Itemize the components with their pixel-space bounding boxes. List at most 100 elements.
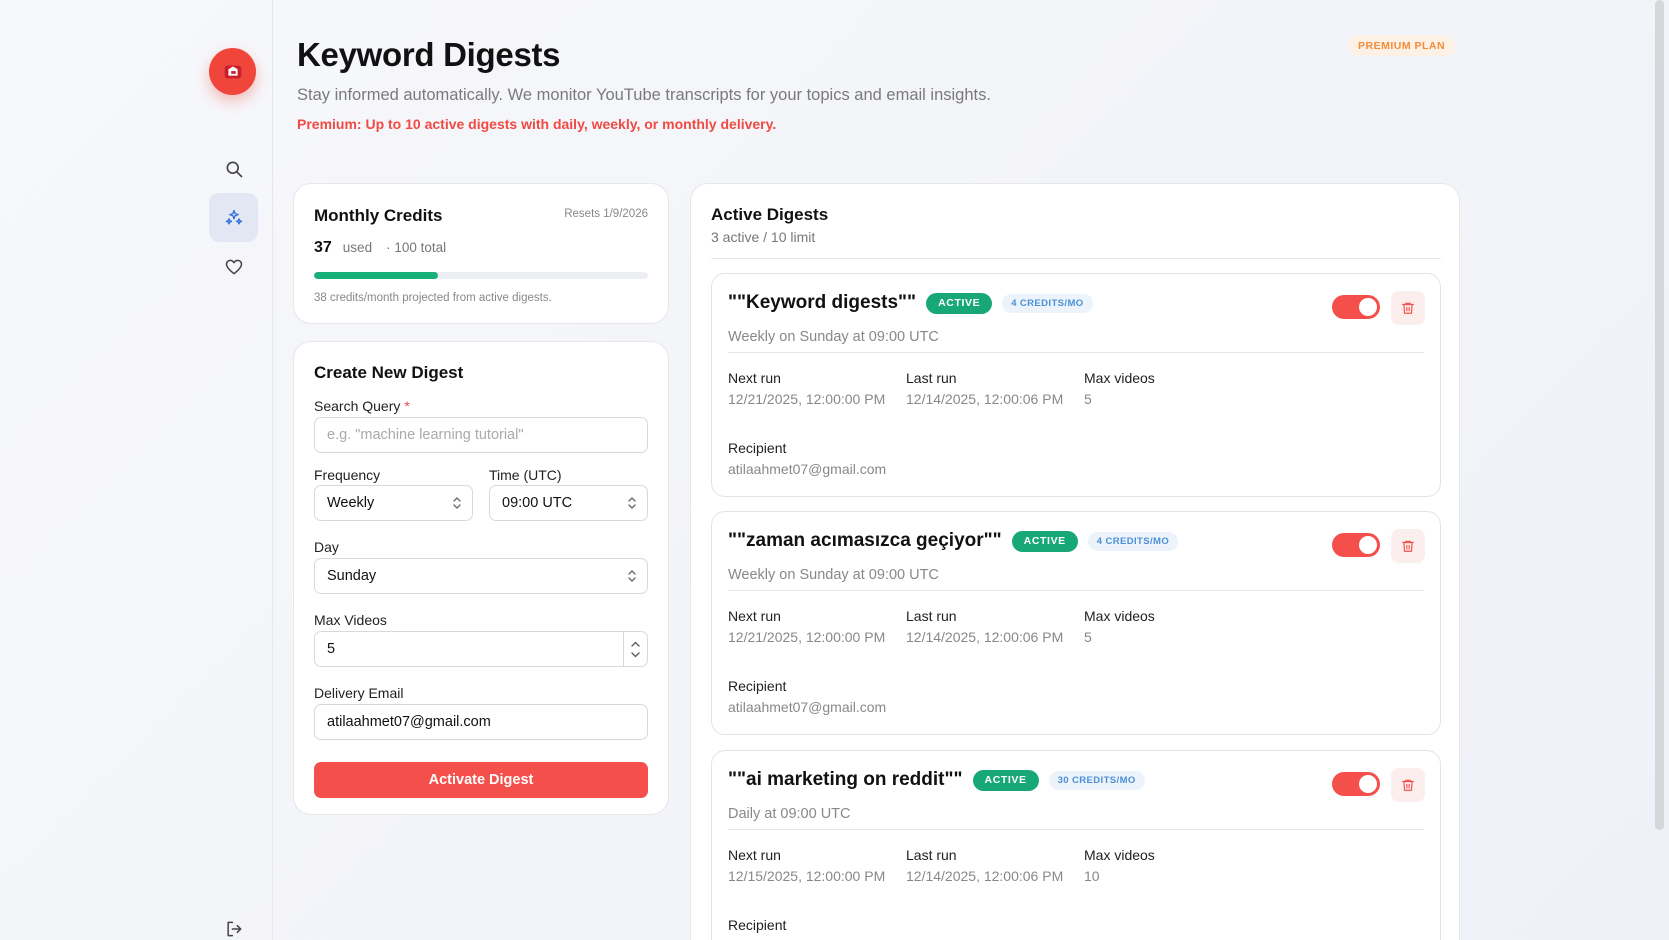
digest-header: ""ai marketing on reddit"" ACTIVE 30 CRE… xyxy=(728,769,1145,791)
last-run-label: Last run xyxy=(906,370,957,386)
toggle-knob xyxy=(1359,536,1377,554)
sparkles-icon xyxy=(225,209,242,224)
delivery-email-input[interactable]: atilaahmet07@gmail.com xyxy=(314,704,648,740)
digest-header: ""zaman acımasızca geçiyor"" ACTIVE 4 CR… xyxy=(728,530,1179,552)
next-run-value: 12/21/2025, 12:00:00 PM xyxy=(728,629,886,645)
logout-button[interactable] xyxy=(209,904,258,940)
max-videos-value: 5 xyxy=(327,641,336,657)
recipient-label: Recipient xyxy=(728,678,787,694)
time-value: 09:00 UTC xyxy=(502,495,573,511)
credits-reset-date: Resets 1/9/2026 xyxy=(564,208,648,220)
credits-used-label: used xyxy=(342,240,373,255)
nav-digests[interactable] xyxy=(209,193,258,242)
chevron-down-icon[interactable] xyxy=(631,651,640,658)
credits-title: Monthly Credits xyxy=(314,206,443,225)
delivery-email-label: Delivery Email xyxy=(314,685,404,701)
create-digest-title: Create New Digest xyxy=(314,363,464,382)
page-subtitle: Stay informed automatically. We monitor … xyxy=(297,86,991,104)
day-label: Day xyxy=(314,539,339,555)
digest-name: ""Keyword digests"" xyxy=(728,292,917,313)
search-query-label: Search Query * xyxy=(314,398,410,414)
next-run-label: Next run xyxy=(728,847,781,863)
credits-badge: 4 CREDITS/MO xyxy=(1002,293,1093,313)
search-query-label-text: Search Query xyxy=(314,398,401,414)
day-select[interactable]: Sunday xyxy=(314,558,648,594)
last-run-label: Last run xyxy=(906,608,957,624)
logout-icon xyxy=(226,921,241,936)
delete-digest-button[interactable] xyxy=(1391,291,1425,325)
chevron-up-down-icon xyxy=(453,497,461,509)
status-badge: ACTIVE xyxy=(972,769,1039,791)
trash-icon xyxy=(1402,540,1414,552)
digest-schedule: Weekly on Sunday at 09:00 UTC xyxy=(728,329,939,345)
page-title: Keyword Digests xyxy=(297,36,561,73)
credits-total-label: · 100 total xyxy=(386,240,447,255)
credits-projection: 38 credits/month projected from active d… xyxy=(314,292,552,304)
time-label: Time (UTC) xyxy=(489,467,562,483)
credits-badge: 30 CREDITS/MO xyxy=(1048,770,1145,790)
max-videos-value: 5 xyxy=(1084,391,1092,407)
credits-used-count: 37 xyxy=(314,239,332,256)
digest-name: ""ai marketing on reddit"" xyxy=(728,769,963,790)
time-select[interactable]: 09:00 UTC xyxy=(489,485,648,521)
digest-active-toggle[interactable] xyxy=(1332,772,1380,796)
chevron-up-icon[interactable] xyxy=(631,641,640,647)
recipient-value: atilaahmet07@gmail.com xyxy=(728,699,887,715)
frequency-value: Weekly xyxy=(327,495,375,511)
page-scrollbar[interactable] xyxy=(1655,0,1664,830)
toggle-knob xyxy=(1359,298,1377,316)
digest-item: ""Keyword digests"" ACTIVE 4 CREDITS/MO … xyxy=(711,273,1441,497)
max-videos-value: 5 xyxy=(1084,629,1092,645)
logo-icon xyxy=(224,65,241,78)
recipient-label: Recipient xyxy=(728,917,787,933)
max-videos-label: Max Videos xyxy=(314,612,387,628)
max-videos-label: Max videos xyxy=(1084,370,1155,386)
credits-badge: 4 CREDITS/MO xyxy=(1087,531,1179,551)
delete-digest-button[interactable] xyxy=(1391,768,1425,802)
max-videos-stepper[interactable] xyxy=(623,632,647,666)
chevron-up-down-icon xyxy=(628,497,636,509)
last-run-value: 12/14/2025, 12:00:06 PM xyxy=(906,868,1064,884)
divider xyxy=(728,829,1424,830)
search-query-input[interactable] xyxy=(314,417,648,453)
digest-active-toggle[interactable] xyxy=(1332,295,1380,319)
day-value: Sunday xyxy=(327,568,377,584)
active-digests-title: Active Digests xyxy=(711,205,829,224)
digest-item: ""ai marketing on reddit"" ACTIVE 30 CRE… xyxy=(711,750,1441,940)
credits-progress-bar xyxy=(314,272,648,279)
last-run-value: 12/14/2025, 12:00:06 PM xyxy=(906,629,1064,645)
app-logo[interactable] xyxy=(209,48,256,95)
max-videos-label: Max videos xyxy=(1084,847,1155,863)
status-badge: ACTIVE xyxy=(1011,530,1078,552)
digest-active-toggle[interactable] xyxy=(1332,533,1380,557)
digest-header: ""Keyword digests"" ACTIVE 4 CREDITS/MO xyxy=(728,292,1093,314)
recipient-value: atilaahmet07@gmail.com xyxy=(728,461,887,477)
frequency-label: Frequency xyxy=(314,467,381,483)
sidebar xyxy=(0,0,273,940)
next-run-label: Next run xyxy=(728,608,781,624)
delete-digest-button[interactable] xyxy=(1391,529,1425,563)
recipient-label: Recipient xyxy=(728,440,787,456)
trash-icon xyxy=(1402,302,1414,314)
trash-icon xyxy=(1402,779,1414,791)
nav-search[interactable] xyxy=(209,144,258,193)
frequency-select[interactable]: Weekly xyxy=(314,485,473,521)
next-run-value: 12/15/2025, 12:00:00 PM xyxy=(728,868,886,884)
premium-note: Premium: Up to 10 active digests with da… xyxy=(297,116,777,132)
next-run-label: Next run xyxy=(728,370,781,386)
delivery-email-value: atilaahmet07@gmail.com xyxy=(327,714,491,730)
credits-progress-fill xyxy=(314,272,438,279)
last-run-value: 12/14/2025, 12:00:06 PM xyxy=(906,391,1064,407)
nav-favorites[interactable] xyxy=(209,242,258,291)
required-marker: * xyxy=(404,398,410,414)
status-badge: ACTIVE xyxy=(926,292,993,314)
max-videos-label: Max videos xyxy=(1084,608,1155,624)
credits-usage: 37 used · 100 total xyxy=(314,239,446,257)
last-run-label: Last run xyxy=(906,847,957,863)
activate-digest-button[interactable]: Activate Digest xyxy=(314,762,648,798)
divider xyxy=(728,590,1424,591)
chevron-up-down-icon xyxy=(628,570,636,582)
max-videos-input[interactable]: 5 xyxy=(314,631,648,667)
divider xyxy=(728,352,1424,353)
divider xyxy=(711,258,1441,259)
